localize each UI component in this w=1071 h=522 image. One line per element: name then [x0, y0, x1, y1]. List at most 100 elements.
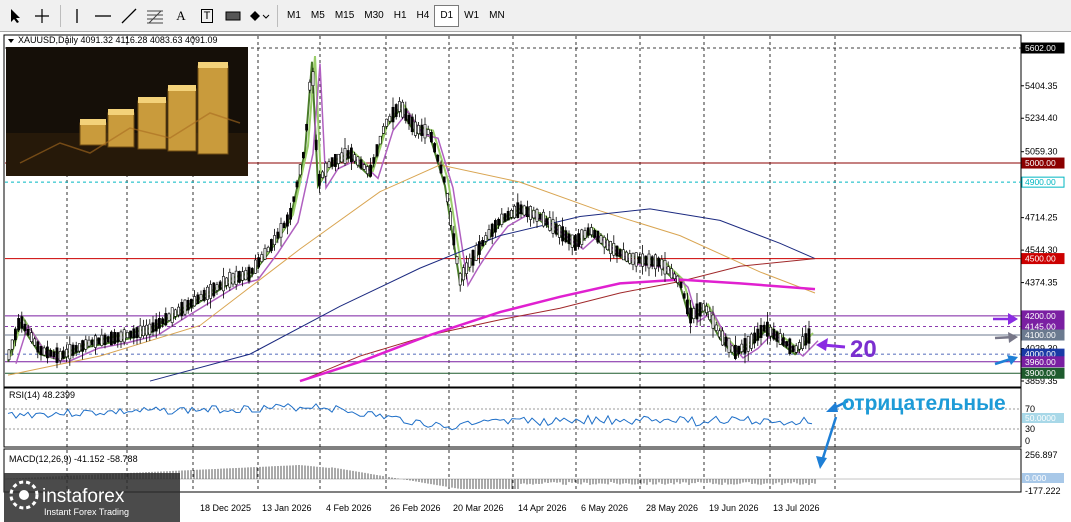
shapes-dropdown-icon[interactable] — [247, 4, 271, 28]
candle-body — [554, 223, 558, 235]
candle-body — [567, 233, 571, 244]
candle-body — [615, 245, 619, 257]
fibonacci-icon[interactable] — [143, 4, 167, 28]
candle-body — [394, 104, 398, 117]
candle-body — [439, 164, 443, 174]
candle-body — [295, 181, 299, 188]
label-icon[interactable]: T — [195, 4, 219, 28]
toolbar-separator — [60, 4, 61, 27]
candle-body — [343, 148, 347, 164]
level-tag-text: 3960.00 — [1025, 357, 1056, 367]
candle-body — [129, 330, 133, 338]
candle-body — [481, 240, 485, 247]
timeframe-mn[interactable]: MN — [484, 5, 510, 27]
timeframe-m15[interactable]: M15 — [330, 5, 359, 27]
price-tick: 4374.35 — [1025, 278, 1058, 288]
candle-body — [551, 219, 555, 234]
level-price-tags: 5602.005000.004900.004500.004200.004145.… — [1021, 42, 1065, 379]
candle-body — [753, 332, 757, 344]
timeframe-m30[interactable]: M30 — [359, 5, 388, 27]
candle-body — [775, 331, 779, 342]
price-tick: 5404.35 — [1025, 81, 1058, 91]
macd-tick: 256.897 — [1025, 450, 1058, 460]
level-tag-text: 5602.00 — [1025, 43, 1056, 53]
horizontal-line-icon[interactable] — [91, 4, 115, 28]
cursor-icon[interactable] — [4, 4, 28, 28]
candle-body — [106, 336, 110, 343]
date-axis: 18 Dec 2025 13 Jan 2026 4 Feb 2026 26 Feb 2… — [200, 503, 820, 513]
timeframe-w1[interactable]: W1 — [459, 5, 484, 27]
timeframe-m5[interactable]: M5 — [306, 5, 330, 27]
candle-body — [442, 176, 446, 183]
date-tick: 13 Jan 2026 — [262, 503, 312, 513]
candle-body — [138, 325, 142, 338]
macd-label: MACD(12,26,9) -41.152 -58.788 — [9, 454, 138, 464]
candle-body — [190, 298, 193, 308]
candle-body — [68, 344, 72, 360]
candle-body — [621, 249, 625, 261]
candle-body — [602, 236, 606, 248]
candle-body — [356, 156, 360, 166]
rsi-value: 50.0000 — [1025, 413, 1056, 423]
candle-body — [509, 210, 513, 218]
candle-body — [71, 344, 75, 356]
date-tick: 19 Jun 2026 — [709, 503, 759, 513]
price-chart[interactable]: 5404.355234.405059.304714.254544.304374.… — [0, 33, 1071, 522]
candle-body — [660, 258, 664, 270]
timeframe-h1[interactable]: H1 — [389, 5, 412, 27]
candle-body — [589, 227, 593, 236]
crosshair-icon[interactable] — [30, 4, 54, 28]
trading-terminal: A T M1 M5 M15 M30 H1 H4 D1 W1 MN 5404.35 5234.40 5… — [0, 0, 1071, 522]
candle-body — [417, 125, 421, 134]
candle-body — [756, 328, 760, 341]
candle-body — [327, 161, 331, 168]
price-tick: 4714.25 — [1025, 213, 1058, 223]
level-tag-text: 5000.00 — [1025, 158, 1056, 168]
candle-body — [180, 302, 184, 317]
candle-body — [506, 210, 510, 221]
candle-body — [564, 230, 568, 243]
candle-body — [145, 324, 149, 336]
candle-body — [285, 214, 289, 227]
candle-body — [45, 346, 49, 359]
candle-body — [177, 306, 181, 316]
timeframe-d1[interactable]: D1 — [434, 4, 460, 27]
candle-body — [87, 339, 91, 347]
toolbar-separator — [277, 4, 278, 27]
candle-body — [362, 164, 366, 170]
candle-body — [765, 321, 769, 337]
candle-body — [762, 324, 766, 332]
candle-body — [81, 340, 85, 352]
candle-body — [628, 253, 632, 264]
chart-area[interactable]: 5404.35 5234.40 5059.30 4714.25 4544.30 4374.… — [0, 33, 1071, 522]
rectangle-icon[interactable] — [221, 4, 245, 28]
macd-tick: -177.222 — [1025, 486, 1061, 496]
timeframe-h4[interactable]: H4 — [412, 5, 435, 27]
candle-body — [503, 213, 507, 222]
candle-body — [593, 230, 597, 238]
candle-body — [199, 294, 203, 301]
candle-body — [647, 253, 651, 269]
candle-body — [538, 213, 542, 220]
trendline-icon[interactable] — [117, 4, 141, 28]
rsi-tick: 70 — [1025, 404, 1035, 414]
price-tick: 5059.30 — [1025, 147, 1058, 157]
candle-body — [477, 241, 481, 255]
candle-body — [583, 230, 587, 239]
candle-body — [740, 343, 744, 352]
candle-body — [730, 345, 734, 353]
candle-body — [497, 218, 501, 226]
text-icon[interactable]: A — [169, 4, 193, 28]
candle-body — [436, 154, 440, 162]
candle-body — [317, 174, 321, 186]
candle-body — [413, 121, 417, 136]
candle-body — [161, 318, 165, 325]
candle-body — [397, 101, 401, 112]
timeframe-m1[interactable]: M1 — [282, 5, 306, 27]
candle-body — [381, 126, 385, 134]
vertical-line-icon[interactable] — [65, 4, 89, 28]
candle-body — [727, 337, 731, 353]
candle-body — [218, 281, 222, 290]
text-tool-glyph: A — [176, 7, 186, 23]
candle-body — [724, 336, 728, 347]
